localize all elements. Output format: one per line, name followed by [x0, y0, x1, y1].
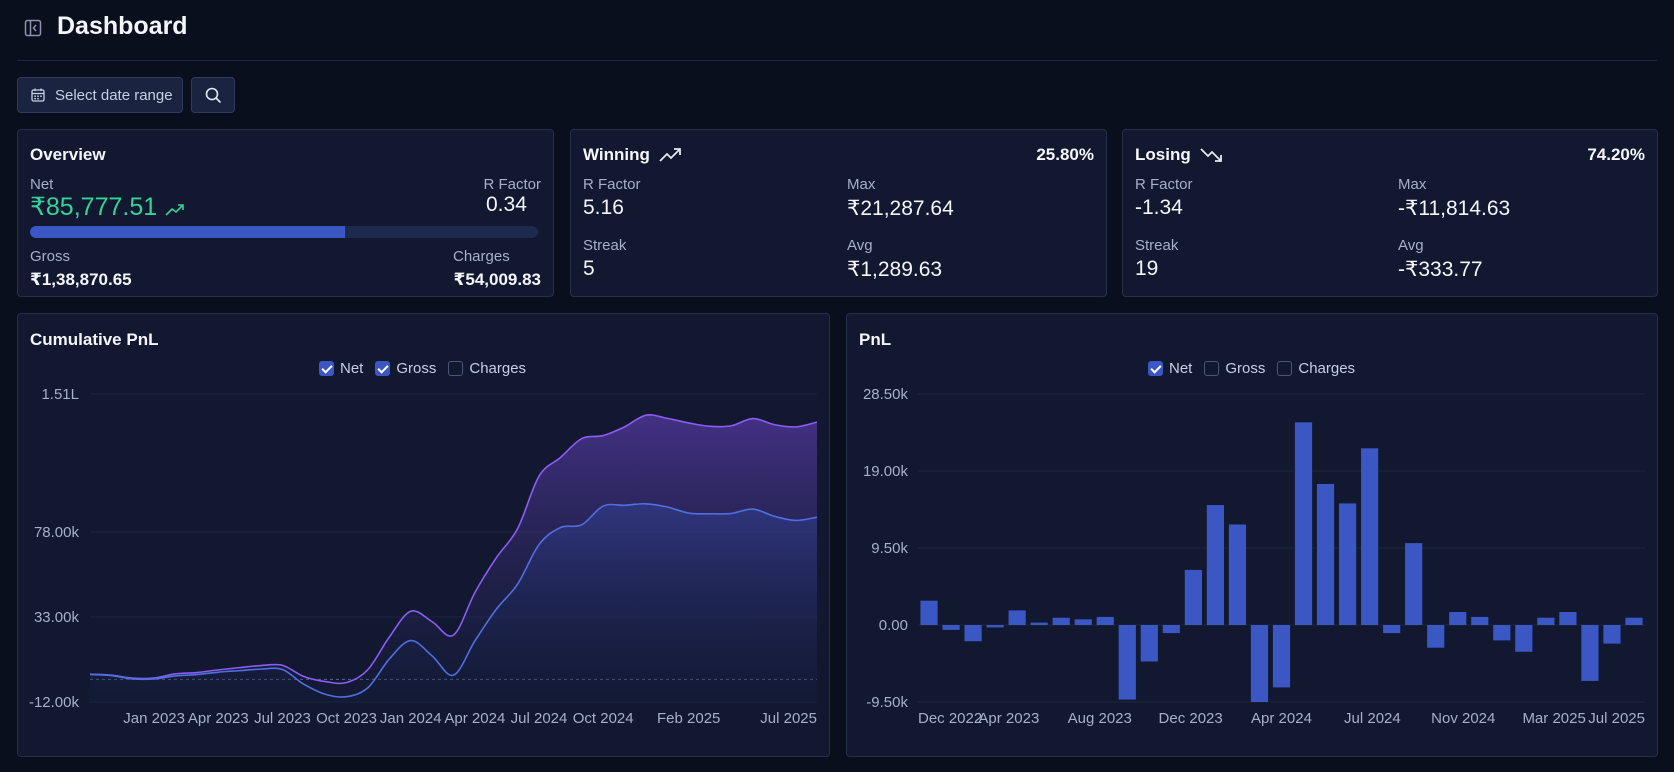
losing-avg-value: -₹333.77 [1398, 258, 1483, 281]
pnl-card: PnL [846, 313, 1658, 757]
net-progress-bar [30, 226, 538, 238]
sidebar-toggle-icon[interactable] [23, 18, 43, 38]
winning-max-label: Max [847, 176, 876, 193]
page-title: Dashboard [57, 12, 188, 40]
winning-percent: 25.80% [1036, 145, 1094, 164]
overview-title: Overview [30, 145, 106, 164]
legend-label-net: Net [340, 359, 364, 377]
gross-checkbox[interactable] [1204, 360, 1220, 376]
winning-max-value: ₹21,287.64 [847, 197, 954, 220]
legend-toggle-charges[interactable]: Charges [448, 358, 526, 378]
net-progress-fill [30, 226, 345, 238]
cumulative-pnl-card: Cumulative PnL [17, 313, 830, 757]
cumulative-pnl-title: Cumulative PnL [30, 330, 159, 349]
legend-label-charges: Charges [469, 359, 527, 377]
losing-r-factor-label: R Factor [1135, 176, 1193, 193]
trending-down-icon [1200, 148, 1222, 162]
gross-value: ₹1,38,870.65 [30, 270, 132, 289]
calendar-icon [31, 88, 45, 102]
charges-label: Charges [453, 248, 510, 265]
winning-header: Winning [583, 145, 683, 165]
trending-up-icon [659, 148, 681, 162]
pnl-title: PnL [859, 330, 892, 349]
losing-percent: 74.20% [1587, 145, 1645, 164]
legend-toggle-gross[interactable]: Gross [1204, 358, 1265, 378]
net-checkbox[interactable] [1148, 360, 1163, 376]
cumulative-legend: Net Gross Charges [319, 358, 526, 378]
search-button[interactable] [191, 77, 235, 113]
charges-checkbox[interactable] [1277, 360, 1293, 376]
losing-streak-label: Streak [1135, 237, 1179, 254]
legend-label-gross: Gross [1225, 359, 1266, 377]
legend-toggle-net[interactable]: Net [319, 358, 363, 378]
search-icon [205, 87, 221, 103]
losing-r-factor-value: -1.34 [1135, 196, 1183, 219]
r-factor-label: R Factor [483, 176, 541, 193]
winning-r-factor-value: 5.16 [583, 196, 624, 219]
net-amount: ₹85,777.51 [30, 193, 158, 221]
gross-checkbox[interactable] [375, 360, 391, 376]
winning-streak-label: Streak [583, 237, 627, 254]
overview-card: Overview Net ₹85,777.51 R Factor 0.34 Gr… [17, 129, 554, 297]
winning-avg-label: Avg [847, 237, 873, 254]
legend-label-charges: Charges [1298, 359, 1356, 377]
date-range-label: Select date range [55, 87, 173, 104]
legend-toggle-gross[interactable]: Gross [375, 358, 436, 378]
losing-max-label: Max [1398, 176, 1427, 193]
date-range-button[interactable]: Select date range [17, 77, 183, 113]
gross-label: Gross [30, 248, 71, 265]
losing-title: Losing [1135, 145, 1191, 164]
losing-avg-label: Avg [1398, 237, 1424, 254]
legend-toggle-charges[interactable]: Charges [1277, 358, 1355, 378]
charges-value: ₹54,009.83 [453, 270, 541, 289]
winning-r-factor-label: R Factor [583, 176, 641, 193]
winning-streak-value: 5 [583, 257, 595, 280]
losing-card: Losing 74.20% R Factor -1.34 Max -₹11,81… [1122, 129, 1658, 297]
net-value: ₹85,777.51 [30, 192, 185, 222]
net-label: Net [30, 176, 54, 193]
r-factor-value: 0.34 [486, 193, 527, 216]
losing-max-value: -₹11,814.63 [1398, 197, 1511, 220]
pnl-legend: Net Gross Charges [1148, 358, 1355, 378]
page-header: Dashboard [17, 0, 1657, 61]
winning-card: Winning 25.80% R Factor 5.16 Max ₹21,287… [570, 129, 1107, 297]
losing-header: Losing [1135, 145, 1224, 165]
trending-up-icon [165, 204, 184, 216]
winning-avg-value: ₹1,289.63 [847, 258, 943, 281]
legend-toggle-net[interactable]: Net [1148, 358, 1192, 378]
charges-checkbox[interactable] [448, 360, 464, 376]
legend-label-gross: Gross [396, 359, 437, 377]
losing-streak-value: 19 [1135, 257, 1159, 280]
net-checkbox[interactable] [319, 360, 334, 376]
legend-label-net: Net [1169, 359, 1193, 377]
winning-title: Winning [583, 145, 650, 164]
